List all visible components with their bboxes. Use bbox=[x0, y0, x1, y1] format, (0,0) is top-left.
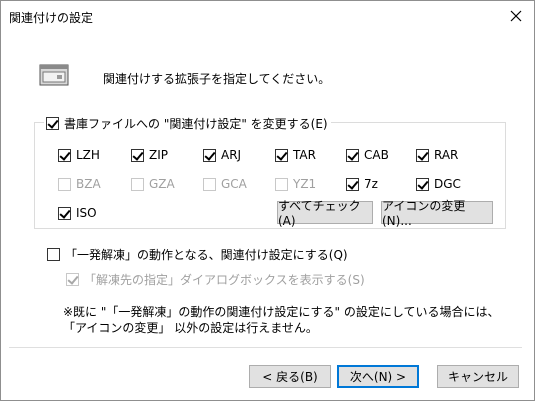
ext-label-lzh: LZH bbox=[76, 148, 100, 162]
ext-label-gza: GZA bbox=[149, 177, 175, 191]
ext-label-zip: ZIP bbox=[149, 148, 168, 162]
ext-label-rar: RAR bbox=[434, 148, 459, 162]
change-icon-button[interactable]: アイコンの変更(N)... bbox=[381, 199, 493, 228]
ext-checkbox-7z[interactable]: 7z bbox=[346, 176, 378, 192]
ext-checkbox-yz1: YZ1 bbox=[275, 176, 316, 192]
ext-label-yz1: YZ1 bbox=[293, 177, 317, 191]
checkbox-cab[interactable] bbox=[346, 148, 359, 162]
ext-checkbox-bza: BZA bbox=[58, 176, 101, 192]
checkbox-yz1 bbox=[275, 177, 288, 191]
next-button[interactable]: 次へ(N) > bbox=[337, 365, 419, 388]
show-dialog-label: 「解凍先の指定」ダイアログボックスを表示する(S) bbox=[84, 272, 365, 287]
ext-label-dgc: DGC bbox=[434, 177, 461, 191]
checkbox-zip[interactable] bbox=[131, 148, 144, 162]
back-button[interactable]: < 戻る(B) bbox=[249, 365, 331, 388]
check-all-button[interactable]: すべてチェック(A) bbox=[277, 199, 373, 228]
checkbox-arj[interactable] bbox=[203, 148, 216, 162]
ext-checkbox-tar[interactable]: TAR bbox=[275, 147, 316, 163]
show-dialog-option: 「解凍先の指定」ダイアログボックスを表示する(S) bbox=[66, 271, 365, 287]
title-bar: 関連付けの設定 bbox=[1, 1, 534, 32]
change-association-checkbox[interactable]: 書庫ファイルへの "関連付け設定" を変更する(E) bbox=[44, 115, 331, 131]
checkbox-dgc[interactable] bbox=[416, 177, 429, 191]
checkbox-rar[interactable] bbox=[416, 148, 429, 162]
ext-label-iso: ISO bbox=[76, 206, 97, 220]
checkbox-lzh[interactable] bbox=[58, 148, 71, 162]
ext-checkbox-lzh[interactable]: LZH bbox=[58, 147, 100, 163]
ext-checkbox-arj[interactable]: ARJ bbox=[203, 147, 241, 163]
ext-checkbox-cab[interactable]: CAB bbox=[346, 147, 389, 163]
one-click-checkbox[interactable] bbox=[47, 247, 60, 261]
ext-label-gca: GCA bbox=[221, 177, 247, 191]
close-button[interactable] bbox=[498, 1, 534, 32]
window-icon bbox=[39, 64, 69, 86]
checkbox-gza bbox=[131, 177, 144, 191]
checkbox-gca bbox=[203, 177, 216, 191]
ext-label-tar: TAR bbox=[293, 148, 316, 162]
ext-label-bza: BZA bbox=[76, 177, 101, 191]
ext-checkbox-zip[interactable]: ZIP bbox=[131, 147, 168, 163]
window-title: 関連付けの設定 bbox=[9, 11, 94, 25]
ext-checkbox-iso[interactable]: ISO bbox=[58, 205, 97, 221]
ext-label-cab: CAB bbox=[364, 148, 389, 162]
checkbox-iso[interactable] bbox=[58, 206, 71, 220]
instruction-text: 関連付けする拡張子を指定してください。 bbox=[103, 72, 331, 86]
checkbox-bza bbox=[58, 177, 71, 191]
cancel-button[interactable]: キャンセル bbox=[437, 365, 519, 388]
ext-checkbox-gca: GCA bbox=[203, 176, 247, 192]
ext-checkbox-dgc[interactable]: DGC bbox=[416, 176, 461, 192]
dialog-window: 関連付けの設定 関連付けする拡張子を指定してください。 書庫ファイルへの "関連… bbox=[0, 0, 535, 401]
close-icon bbox=[510, 6, 522, 27]
one-click-option[interactable]: 「一発解凍」の動作となる、関連付け設定にする(Q) bbox=[47, 246, 348, 262]
change-association-label: 書庫ファイルへの "関連付け設定" を変更する(E) bbox=[64, 116, 328, 131]
ext-checkbox-gza: GZA bbox=[131, 176, 175, 192]
one-click-label: 「一発解凍」の動作となる、関連付け設定にする(Q) bbox=[65, 247, 348, 262]
show-dialog-checkbox bbox=[66, 272, 79, 286]
footer-separator bbox=[9, 347, 522, 348]
ext-label-arj: ARJ bbox=[221, 148, 242, 162]
change-association-check[interactable] bbox=[46, 116, 59, 130]
note-line-2: 「アイコンの変更」 以外の設定は行えません。 bbox=[63, 321, 318, 335]
checkbox-7z[interactable] bbox=[346, 177, 359, 191]
ext-label-7z: 7z bbox=[364, 177, 378, 191]
ext-checkbox-rar[interactable]: RAR bbox=[416, 147, 458, 163]
checkbox-tar[interactable] bbox=[275, 148, 288, 162]
note-line-1: ※既に "「一発解凍」の動作の関連付け設定にする" の設定にしている場合には、 bbox=[63, 305, 500, 319]
